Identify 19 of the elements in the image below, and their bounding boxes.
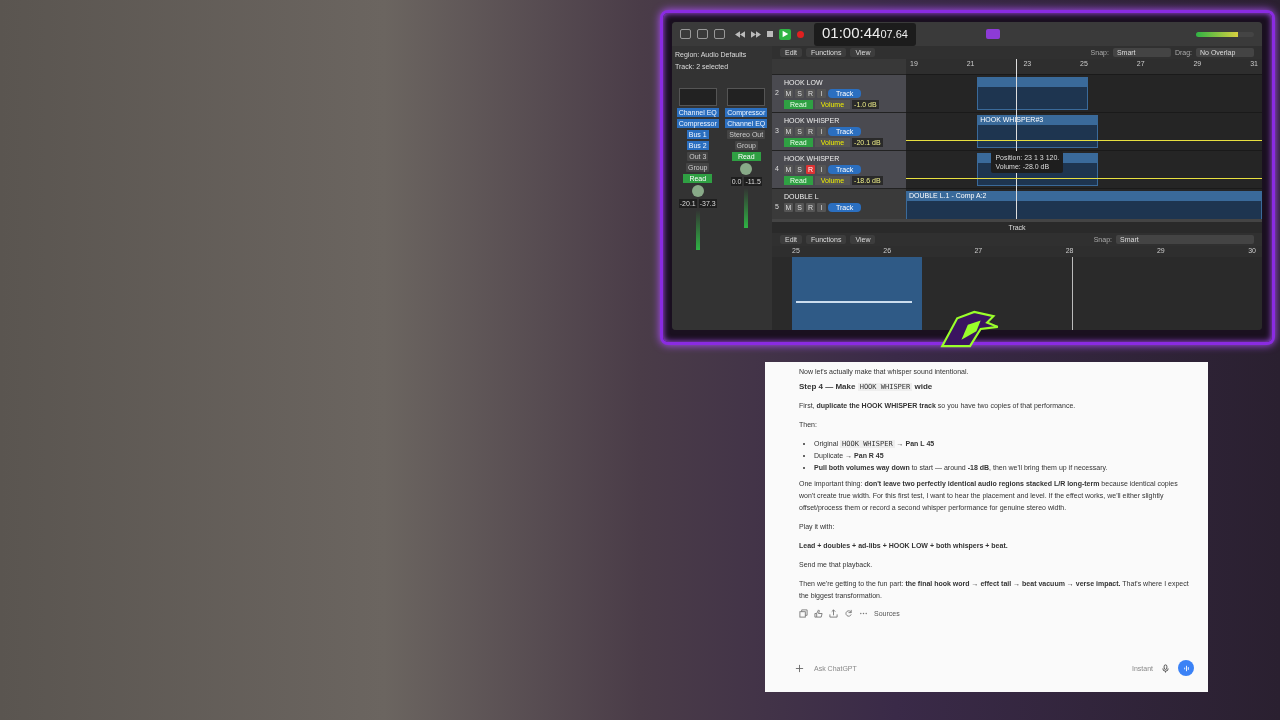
fast-forward-icon[interactable]: [751, 30, 761, 38]
level-meter: [695, 210, 700, 250]
waveform-icon: [1181, 663, 1191, 673]
master-volume-slider[interactable]: [1196, 31, 1254, 37]
copy-icon[interactable]: [799, 609, 808, 618]
time-display: 01:00:4407.64: [814, 22, 916, 46]
voice-mode-button[interactable]: [1178, 660, 1194, 676]
regenerate-icon[interactable]: [844, 609, 853, 618]
rewind-icon[interactable]: [735, 30, 745, 38]
microphone-icon[interactable]: [1161, 663, 1170, 673]
waveform-region[interactable]: [792, 257, 922, 330]
thumbs-icon[interactable]: [814, 609, 823, 618]
play-button[interactable]: [779, 28, 791, 40]
share-icon[interactable]: [829, 609, 838, 618]
pan-knob[interactable]: [691, 185, 704, 197]
level-meter: [744, 188, 749, 228]
add-icon[interactable]: [795, 663, 804, 673]
pan-knob[interactable]: [740, 163, 753, 175]
record-icon[interactable]: [797, 30, 804, 38]
